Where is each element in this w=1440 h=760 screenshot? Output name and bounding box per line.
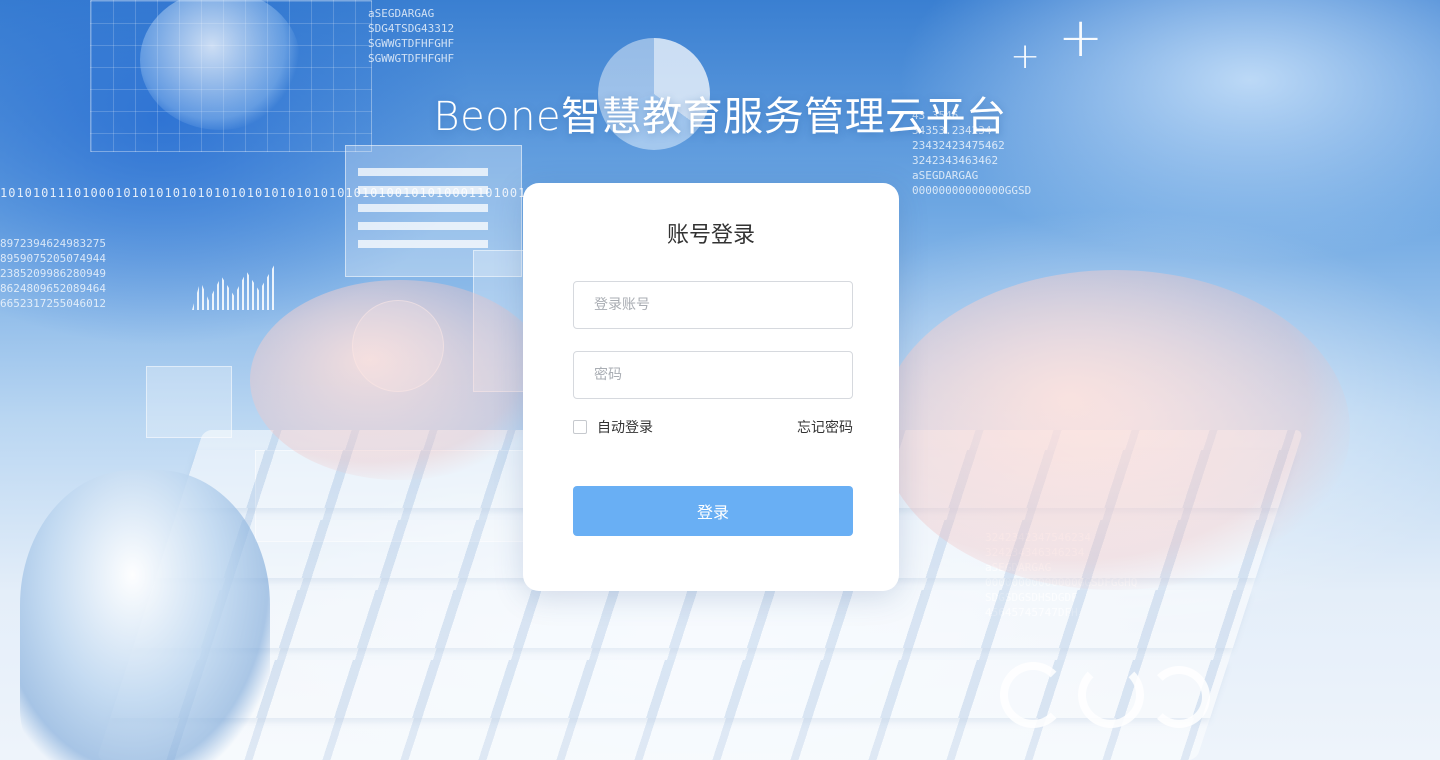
code-column-lower-right: 3242342347546234 324234346346234 aSEGDAR… (985, 531, 1138, 619)
floating-panel-1 (146, 366, 232, 438)
plus-decoration-large: + (1058, 6, 1104, 69)
left-hand-graphic (250, 280, 550, 480)
login-page: 1010101110100010101010101010101010101010… (0, 0, 1440, 760)
gauge-graphic-1 (1000, 662, 1066, 728)
login-heading: 账号登录 (666, 223, 755, 248)
floating-panel-3 (255, 450, 527, 542)
forgot-password-link[interactable]: 忘记密码 (797, 417, 853, 437)
plus-decoration-small: + (1010, 36, 1041, 77)
login-button[interactable]: 登录 (573, 486, 853, 536)
spike-chart (192, 262, 276, 310)
page-title: Beone智慧教育服务管理云平台 (433, 94, 1007, 140)
code-column-top: aSEGDARGAG SDG4TSDG43312 SGWWGTDFHFGHF S… (368, 7, 455, 65)
account-input[interactable] (573, 281, 853, 329)
binary-code-strip: 1010101110100010101010101010101010101010… (0, 186, 560, 200)
robot-graphic (20, 470, 270, 760)
auto-login-option[interactable]: 自动登录 (573, 417, 653, 437)
auto-login-label: 自动登录 (597, 420, 653, 436)
right-hand-graphic (880, 270, 1350, 590)
auto-login-checkbox[interactable] (573, 420, 587, 434)
login-card: 账号登录 自动登录 忘记密码 登录 (523, 183, 899, 591)
gauge-graphic-2 (1078, 662, 1144, 728)
password-input[interactable] (573, 351, 853, 399)
code-column-left: 8972394624983275 8959075205074944 238520… (0, 237, 106, 310)
bar-chart-panel (345, 145, 522, 277)
ai-circle (352, 300, 444, 392)
bar-chart-lines (358, 168, 488, 258)
gauge-graphic-3 (1148, 666, 1210, 728)
login-options-row: 自动登录 忘记密码 (573, 417, 853, 437)
